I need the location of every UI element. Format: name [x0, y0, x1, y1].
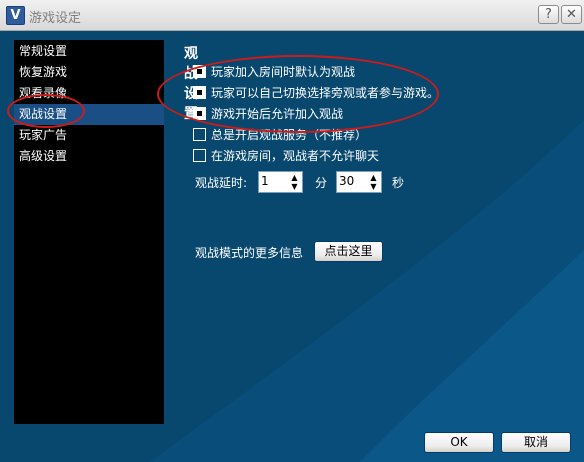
app-logo-icon: V [6, 6, 25, 25]
sidebar-item-player-ads[interactable]: 玩家广告 [14, 125, 164, 146]
option-label: 玩家可以自己切换选择旁观或者参与游戏。 [211, 86, 440, 100]
sidebar-item-advanced[interactable]: 高级设置 [14, 146, 164, 167]
spin-down-icon[interactable]: ▼ [288, 182, 301, 191]
minutes-spin-buttons[interactable]: ▲ ▼ [288, 173, 301, 191]
option-no-spectator-chat[interactable]: 在游戏房间，观战者不允许聊天 [193, 148, 379, 164]
seconds-unit: 秒 [392, 176, 405, 190]
click-here-button[interactable]: 点击这里 [314, 241, 383, 262]
option-switch-spectate-play[interactable]: 玩家可以自己切换选择旁观或者参与游戏。 [193, 85, 439, 101]
minutes-unit: 分 [315, 176, 328, 190]
spin-down-icon[interactable]: ▼ [367, 182, 380, 191]
option-always-spectate-service[interactable]: 总是开启观战服务（不推荐） [193, 127, 367, 143]
option-default-spectate[interactable]: 玩家加入房间时默认为观战 [193, 64, 355, 80]
checkbox[interactable] [193, 128, 206, 141]
sidebar-item-general[interactable]: 常规设置 [14, 41, 164, 62]
option-label: 游戏开始后允许加入观战 [211, 107, 344, 121]
sidebar-item-restore-game[interactable]: 恢复游戏 [14, 62, 164, 83]
settings-window: V 游戏设定 ? ✕ 常规设置 恢复游戏 观看录像 观战设置 玩家广告 高级设置… [0, 0, 584, 462]
spin-up-icon[interactable]: ▲ [288, 173, 301, 182]
cancel-button[interactable]: 取消 [501, 432, 571, 453]
help-button[interactable]: ? [538, 5, 559, 24]
seconds-spin-buttons[interactable]: ▲ ▼ [367, 173, 380, 191]
seconds-stepper[interactable]: ▲ ▼ [336, 171, 382, 193]
window-title: 游戏设定 [29, 11, 82, 26]
spin-up-icon[interactable]: ▲ [367, 173, 380, 182]
ok-button[interactable]: OK [424, 432, 494, 453]
sidebar-item-spectate-settings[interactable]: 观战设置 [14, 104, 164, 125]
option-label: 总是开启观战服务（不推荐） [211, 128, 368, 142]
checkbox[interactable] [193, 149, 206, 162]
checkbox[interactable] [193, 65, 206, 78]
close-button[interactable]: ✕ [561, 5, 582, 24]
option-join-after-start[interactable]: 游戏开始后允许加入观战 [193, 106, 343, 122]
delay-label: 观战延时: [195, 176, 248, 190]
seconds-input[interactable] [339, 174, 367, 188]
settings-sidebar: 常规设置 恢复游戏 观看录像 观战设置 玩家广告 高级设置 [14, 40, 164, 424]
checkbox[interactable] [193, 86, 206, 99]
checkbox[interactable] [193, 107, 206, 120]
option-label: 玩家加入房间时默认为观战 [211, 65, 356, 79]
more-info-label: 观战模式的更多信息 [195, 246, 304, 260]
minutes-input[interactable] [261, 174, 289, 188]
option-label: 在游戏房间，观战者不允许聊天 [211, 149, 380, 163]
minutes-stepper[interactable]: ▲ ▼ [258, 171, 303, 193]
title-bar[interactable]: V 游戏设定 ? ✕ [0, 0, 584, 31]
sidebar-item-watch-replay[interactable]: 观看录像 [14, 83, 164, 104]
